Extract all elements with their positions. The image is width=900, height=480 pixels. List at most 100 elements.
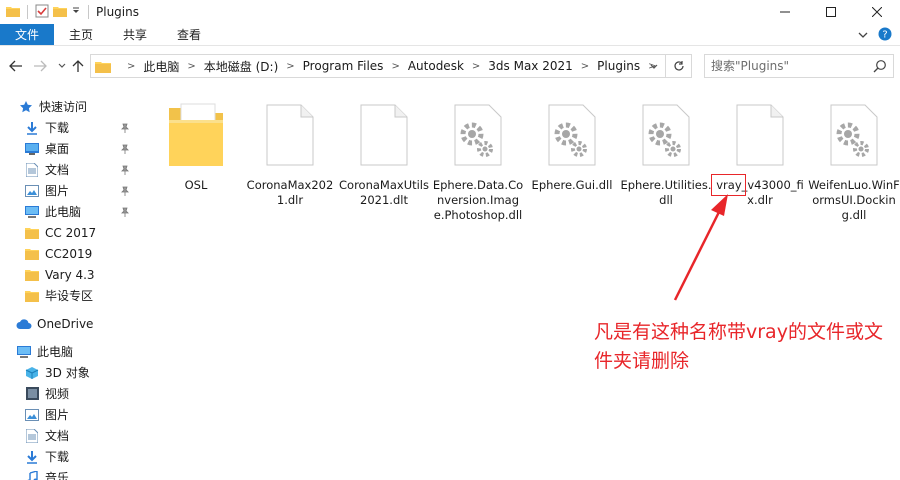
computer-icon <box>16 344 32 360</box>
gear-file-icon <box>526 94 618 176</box>
music-icon <box>24 470 40 480</box>
file-item-ephere-data[interactable]: Ephere.Data.Conversion.Image.Photoshop.d… <box>432 94 524 223</box>
sidebar-item-pc-documents[interactable]: 文档 <box>0 425 140 446</box>
refresh-button[interactable] <box>666 54 692 78</box>
pin-icon[interactable] <box>120 185 130 199</box>
sidebar-item-cc2019[interactable]: CC2019 <box>0 243 140 264</box>
sidebar-item-music[interactable]: 音乐 <box>0 467 140 480</box>
folder-icon <box>6 5 20 20</box>
expand-ribbon-icon[interactable] <box>858 29 868 43</box>
breadcrumb-plugins[interactable]: Plugins <box>597 59 640 73</box>
sidebar-item-downloads[interactable]: 下载 <box>0 117 140 138</box>
computer-icon <box>24 204 40 220</box>
breadcrumb-autodesk[interactable]: Autodesk <box>408 59 464 73</box>
folder-icon <box>24 288 40 304</box>
desktop-icon <box>24 141 40 157</box>
file-list: OSL CoronaMax2021.dlr CoronaMaxUtils2021… <box>140 86 900 480</box>
document-icon <box>24 162 40 178</box>
sidebar-item-vary[interactable]: Vary 4.3 <box>0 264 140 285</box>
forward-button[interactable] <box>32 58 48 74</box>
back-arrow-icon <box>9 60 22 72</box>
file-item-coronamaxutils-dlt[interactable]: CoronaMaxUtils2021.dlt <box>338 94 430 208</box>
tab-view[interactable]: 查看 <box>162 24 216 45</box>
search-icon[interactable] <box>873 59 887 76</box>
breadcrumb-this-pc[interactable]: 此电脑 <box>143 58 179 75</box>
new-folder-icon[interactable] <box>53 5 67 20</box>
tab-home[interactable]: 主页 <box>54 24 108 45</box>
sidebar-item-this-pc-pinned[interactable]: 此电脑 <box>0 201 140 222</box>
minimize-icon <box>780 11 790 13</box>
chevron-down-icon <box>58 63 66 68</box>
close-icon <box>872 7 882 17</box>
breadcrumb-3ds-max[interactable]: 3ds Max 2021 <box>488 59 572 73</box>
document-icon <box>24 428 40 444</box>
file-item-coronamax-dlr[interactable]: CoronaMax2021.dlr <box>244 94 336 208</box>
ribbon-tabs: 文件 主页 共享 查看 ? <box>0 24 900 46</box>
sidebar-item-pictures[interactable]: 图片 <box>0 180 140 201</box>
blank-file-icon <box>244 94 336 176</box>
sidebar-item-onedrive[interactable]: OneDrive <box>0 313 140 334</box>
file-item-ephere-utilities[interactable]: Ephere.Utilities.dll <box>620 94 712 208</box>
breadcrumb-local-disk[interactable]: 本地磁盘 (D:) <box>204 58 278 75</box>
pin-icon[interactable] <box>120 164 130 178</box>
download-icon <box>24 449 40 465</box>
folder-icon <box>95 60 111 73</box>
sidebar-item-3d-objects[interactable]: 3D 对象 <box>0 362 140 383</box>
maximize-button[interactable] <box>808 0 854 24</box>
help-icon[interactable]: ? <box>878 27 892 44</box>
folder-icon <box>24 246 40 262</box>
star-icon <box>18 99 34 115</box>
pin-icon[interactable] <box>120 206 130 220</box>
gear-file-icon <box>432 94 524 176</box>
close-button[interactable] <box>854 0 900 24</box>
gear-file-icon <box>808 94 900 176</box>
sidebar-item-cc2017[interactable]: CC 2017 <box>0 222 140 243</box>
sidebar-item-videos[interactable]: 视频 <box>0 383 140 404</box>
pin-icon[interactable] <box>120 143 130 157</box>
3d-objects-icon <box>24 365 40 381</box>
tab-share[interactable]: 共享 <box>108 24 162 45</box>
search-box[interactable] <box>704 54 894 78</box>
file-item-weifenluo[interactable]: WeifenLuo.WinFormsUI.Docking.dll <box>808 94 900 223</box>
sidebar-item-documents[interactable]: 文档 <box>0 159 140 180</box>
up-button[interactable] <box>70 58 86 74</box>
navigation-pane: 快速访问 下载 桌面 文档 图片 此电脑 CC 2017 CC2019 Vary… <box>0 96 140 480</box>
blank-file-icon <box>714 94 806 176</box>
properties-icon[interactable] <box>35 4 49 21</box>
sidebar-item-quick-access[interactable]: 快速访问 <box>0 96 140 117</box>
file-item-ephere-gui[interactable]: Ephere.Gui.dll <box>526 94 618 193</box>
search-input[interactable] <box>711 59 861 73</box>
refresh-icon <box>673 61 684 71</box>
folder-icon <box>24 267 40 283</box>
gear-file-icon <box>620 94 712 176</box>
qat-dropdown-icon[interactable] <box>71 5 81 19</box>
address-row: > 此电脑 > 本地磁盘 (D:) > Program Files > Auto… <box>0 46 900 86</box>
window-title: Plugins <box>96 5 139 19</box>
video-icon <box>24 386 40 402</box>
sidebar-item-graduation[interactable]: 毕设专区 <box>0 285 140 306</box>
sidebar-item-pc-downloads[interactable]: 下载 <box>0 446 140 467</box>
picture-icon <box>24 407 40 423</box>
breadcrumb-program-files[interactable]: Program Files <box>303 59 384 73</box>
pin-icon[interactable] <box>120 122 130 136</box>
minimize-button[interactable] <box>762 0 808 24</box>
sidebar-item-pc-pictures[interactable]: 图片 <box>0 404 140 425</box>
recent-locations-button[interactable] <box>54 58 70 74</box>
sidebar-item-this-pc[interactable]: 此电脑 <box>0 341 140 362</box>
window-controls <box>762 0 900 24</box>
address-bar[interactable]: > 此电脑 > 本地磁盘 (D:) > Program Files > Auto… <box>90 54 666 78</box>
annotation-highlight-box <box>711 174 746 196</box>
file-item-osl[interactable]: OSL <box>150 94 242 193</box>
sidebar-item-desktop[interactable]: 桌面 <box>0 138 140 159</box>
address-dropdown-icon[interactable] <box>649 61 659 75</box>
picture-icon <box>24 183 40 199</box>
back-button[interactable] <box>8 58 24 74</box>
title-bar: Plugins <box>0 0 900 24</box>
blank-file-icon <box>338 94 430 176</box>
folder-icon <box>150 94 242 176</box>
quick-access-toolbar <box>0 0 92 24</box>
tab-file[interactable]: 文件 <box>0 24 55 45</box>
forward-arrow-icon <box>34 60 47 72</box>
maximize-icon <box>826 7 836 17</box>
up-arrow-icon <box>72 60 84 72</box>
